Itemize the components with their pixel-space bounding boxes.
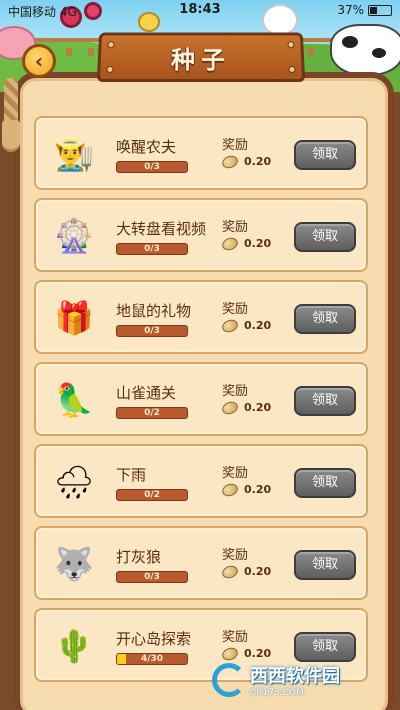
task-progress-bar: 0/2 xyxy=(116,489,188,501)
reward-label: 奖励 xyxy=(222,220,249,235)
battery-fill xyxy=(370,6,378,14)
battery-icon xyxy=(368,4,392,16)
farmer-icon: 👨‍🌾 xyxy=(54,135,94,173)
task-progress-bar: 0/2 xyxy=(116,407,188,419)
rain-cloud-icon: 🌧 xyxy=(53,463,95,501)
task-card: 🎁 地鼠的礼物 0/3 奖励 0.20 领取 xyxy=(34,280,368,354)
nail-icon xyxy=(287,41,295,49)
progress-text: 0/2 xyxy=(144,490,160,500)
reward-amount: 0.20 xyxy=(220,317,272,334)
task-progress-bar: 0/3 xyxy=(116,243,188,255)
reward-value: 0.20 xyxy=(244,155,272,168)
reward-label: 奖励 xyxy=(222,466,249,481)
watermark-title: 西西软件园 xyxy=(250,666,340,687)
reward-label: 奖励 xyxy=(222,384,249,399)
reward-label: 奖励 xyxy=(222,138,249,153)
task-card: 🎡 大转盘看视频 0/3 奖励 0.20 领取 xyxy=(34,198,368,272)
task-progress-bar: 0/3 xyxy=(116,325,188,337)
back-button[interactable]: ‹ xyxy=(22,44,56,78)
task-progress-bar: 0/3 xyxy=(116,161,188,173)
reward-value: 0.20 xyxy=(244,483,272,496)
task-card: 🐺 打灰狼 0/3 奖励 0.20 领取 xyxy=(34,526,368,600)
progress-text: 4/30 xyxy=(140,654,164,664)
reward-value: 0.20 xyxy=(244,401,272,414)
reward-amount: 0.20 xyxy=(220,563,272,580)
seed-icon xyxy=(220,563,240,580)
task-progress-bar: 0/3 xyxy=(116,571,188,583)
seed-icon xyxy=(220,235,240,252)
reward-label: 奖励 xyxy=(222,548,249,563)
claim-button[interactable]: 领取 xyxy=(294,386,356,416)
task-name: 地鼠的礼物 xyxy=(116,302,192,320)
nail-icon xyxy=(106,65,114,73)
claim-button[interactable]: 领取 xyxy=(294,222,356,252)
watermark-logo-icon xyxy=(212,663,246,697)
status-bar: 中国移动 4G 18:43 37% xyxy=(0,0,400,20)
battery-percent: 37% xyxy=(337,3,364,17)
reward-value: 0.20 xyxy=(244,647,272,660)
task-name: 山雀通关 xyxy=(116,384,177,402)
seed-icon xyxy=(220,153,240,170)
task-card: 👨‍🌾 唤醒农夫 0/3 奖励 0.20 领取 xyxy=(34,116,368,190)
seed-icon xyxy=(220,317,240,334)
reward-amount: 0.20 xyxy=(220,399,272,416)
task-list: 👨‍🌾 唤醒农夫 0/3 奖励 0.20 领取 🎡 大转盘看视频 0/3 奖励 0.20 领取 🎁 地鼠的… xyxy=(34,116,368,690)
reward-value: 0.20 xyxy=(244,319,272,332)
seed-icon xyxy=(220,399,240,416)
cow-icon xyxy=(330,24,400,76)
progress-text: 0/3 xyxy=(144,326,160,336)
task-name: 开心岛探索 xyxy=(116,630,192,648)
parrot-icon: 🦜 xyxy=(54,381,94,419)
task-name: 下雨 xyxy=(116,466,147,484)
progress-text: 0/3 xyxy=(144,572,160,582)
task-name: 唤醒农夫 xyxy=(116,138,177,156)
task-card: 🌧 下雨 0/2 奖励 0.20 领取 xyxy=(34,444,368,518)
watermark: 西西软件园 CR173.COM xyxy=(212,660,390,700)
reward-label: 奖励 xyxy=(222,630,249,645)
reward-value: 0.20 xyxy=(244,237,272,250)
seed-icon xyxy=(220,481,240,498)
claim-button[interactable]: 领取 xyxy=(294,632,356,662)
reward-label: 奖励 xyxy=(222,302,249,317)
progress-text: 0/3 xyxy=(144,244,160,254)
task-progress-bar: 4/30 xyxy=(116,653,188,665)
progress-text: 0/2 xyxy=(144,408,160,418)
reward-amount: 0.20 xyxy=(220,235,272,252)
page-title: 种子 xyxy=(170,45,232,74)
claim-button[interactable]: 领取 xyxy=(294,304,356,334)
reward-value: 0.20 xyxy=(244,565,272,578)
reward-amount: 0.20 xyxy=(220,153,272,170)
claim-button[interactable]: 领取 xyxy=(294,468,356,498)
reward-amount: 0.20 xyxy=(220,481,272,498)
nail-icon xyxy=(288,65,296,73)
reward-amount: 0.20 xyxy=(220,645,272,662)
claim-button[interactable]: 领取 xyxy=(294,140,356,170)
task-card: 🦜 山雀通关 0/2 奖励 0.20 领取 xyxy=(34,362,368,436)
spin-wheel-icon: 🎡 xyxy=(54,217,94,255)
battery-indicator: 37% xyxy=(337,3,392,17)
claim-button[interactable]: 领取 xyxy=(294,550,356,580)
watermark-url: CR173.COM xyxy=(250,688,304,698)
rope-tassel xyxy=(2,120,20,152)
back-arrow-icon: ‹ xyxy=(34,49,44,73)
title-banner: 种子 xyxy=(96,32,306,83)
task-name: 打灰狼 xyxy=(116,548,162,566)
cactus-island-icon: 🌵 xyxy=(54,627,94,665)
progress-text: 0/3 xyxy=(144,162,160,172)
task-name: 大转盘看视频 xyxy=(116,220,207,238)
gopher-gift-icon: 🎁 xyxy=(54,299,94,337)
wolf-icon: 🐺 xyxy=(54,545,94,583)
nail-icon xyxy=(107,41,115,49)
